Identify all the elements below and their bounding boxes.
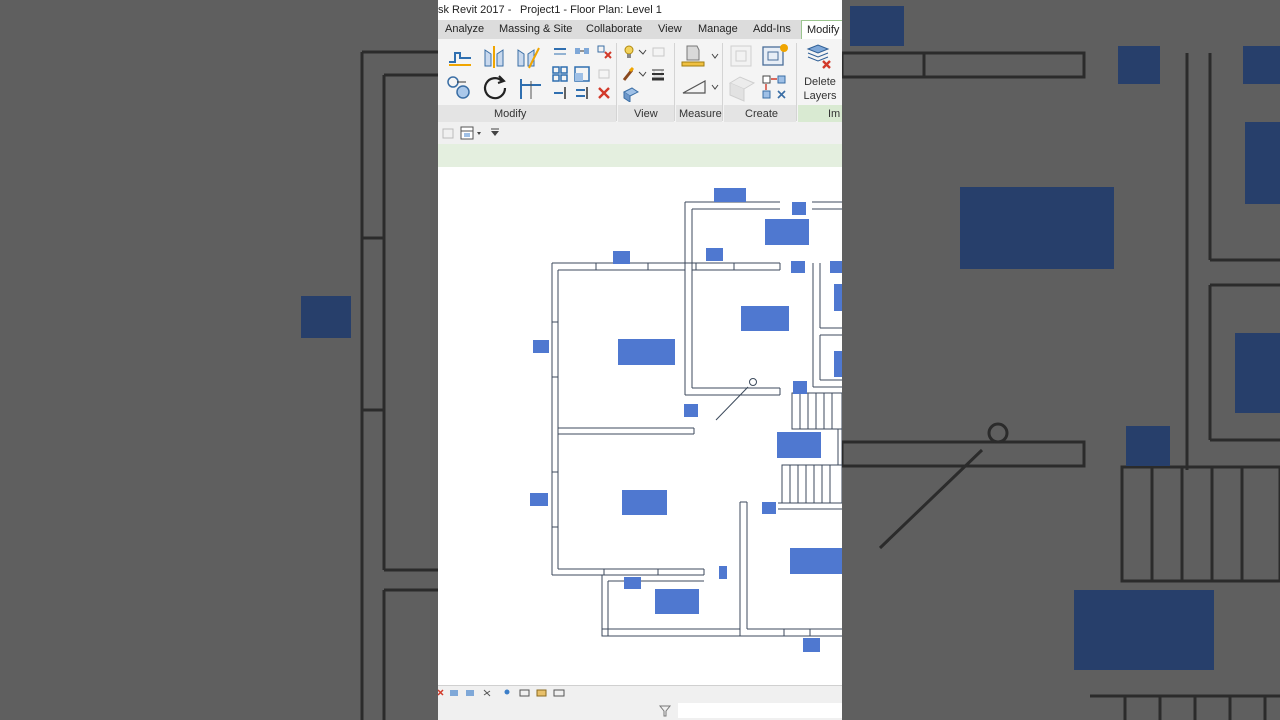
tab-add-ins[interactable]: Add-Ins xyxy=(753,23,791,35)
measure-icon[interactable] xyxy=(679,42,719,70)
align-icon[interactable] xyxy=(446,44,474,68)
panel-label-create: Create xyxy=(745,108,779,120)
tab-massing-site[interactable]: Massing & Site xyxy=(499,23,572,35)
panel-label-measure: Measure xyxy=(679,108,722,120)
view-control-bar xyxy=(438,685,842,700)
panel-label-import: Im xyxy=(828,108,841,120)
document-title: Project1 - Floor Plan: Level 1 xyxy=(520,4,662,16)
revit-window: sk Revit 2017 - Project1 - Floor Plan: L… xyxy=(438,0,842,720)
trim-extend-multiple-icon[interactable] xyxy=(574,86,590,100)
delete-icon[interactable] xyxy=(596,86,612,100)
tab-manage[interactable]: Manage xyxy=(698,23,738,35)
ribbon-tab-bar: Analyze Massing & Site Collaborate View … xyxy=(438,20,842,39)
create-assembly-icon-disabled[interactable] xyxy=(728,42,756,70)
status-bar xyxy=(438,700,842,720)
line-weights-icon[interactable] xyxy=(650,66,666,82)
scale-icon[interactable] xyxy=(574,66,590,82)
title-bar: sk Revit 2017 - Project1 - Floor Plan: L… xyxy=(438,0,842,20)
offset-icon[interactable] xyxy=(552,45,568,57)
create-parts-icon[interactable] xyxy=(760,42,790,70)
panel-separator xyxy=(616,43,617,121)
dimension-icon[interactable] xyxy=(679,77,719,99)
tab-modify[interactable]: Modify xyxy=(801,20,842,39)
mirror-pick-axis-icon[interactable] xyxy=(481,44,507,70)
delete-layers-button[interactable]: Delete Layers xyxy=(800,75,840,103)
ribbon: Delete Layers Modify View Measure Create… xyxy=(438,39,842,123)
create-similar-icon[interactable] xyxy=(760,73,790,103)
tab-view[interactable]: View xyxy=(658,23,682,35)
customize-toolbar-icon[interactable] xyxy=(490,127,500,137)
tab-collaborate[interactable]: Collaborate xyxy=(586,23,642,35)
trim-extend-corner-icon[interactable] xyxy=(515,73,543,103)
modify-tool-icon-disabled[interactable] xyxy=(441,125,455,141)
modify-panel-strip xyxy=(438,105,616,122)
panel-label-view: View xyxy=(634,108,658,120)
view-properties-icon[interactable] xyxy=(460,125,488,141)
pin-icon-disabled[interactable] xyxy=(596,66,612,82)
app-title: sk Revit 2017 - xyxy=(438,4,512,16)
room-tags xyxy=(530,188,842,652)
panel-separator xyxy=(796,43,797,121)
split-element-icon[interactable] xyxy=(596,43,612,59)
mirror-draw-axis-icon[interactable] xyxy=(515,44,543,70)
delete-layers-label-line2: Layers xyxy=(803,90,837,102)
panel-separator xyxy=(674,43,675,121)
status-field xyxy=(678,703,842,718)
panel-label-modify: Modify xyxy=(494,108,527,120)
rotate-icon[interactable] xyxy=(480,73,510,103)
trim-extend-single-icon[interactable] xyxy=(552,86,568,100)
options-bar xyxy=(438,144,842,168)
filter-icon[interactable] xyxy=(658,704,672,718)
quick-access-toolbar xyxy=(438,122,842,145)
view-control-icons[interactable] xyxy=(438,687,578,699)
wall-joins-icon[interactable] xyxy=(622,86,640,102)
tab-analyze[interactable]: Analyze xyxy=(445,23,484,35)
drawing-canvas[interactable] xyxy=(438,167,842,685)
move-icon[interactable] xyxy=(574,45,590,57)
copy-icon[interactable] xyxy=(444,73,474,103)
array-icon[interactable] xyxy=(552,66,568,82)
panel-separator xyxy=(722,43,723,121)
linework-icon[interactable] xyxy=(622,66,648,82)
delete-layers-label-line1: Delete xyxy=(804,76,836,88)
create-group-icon-disabled[interactable] xyxy=(726,73,758,103)
view-tool-icon-disabled[interactable] xyxy=(650,45,668,59)
hide-in-view-icon[interactable] xyxy=(622,44,648,60)
delete-layers-icon[interactable] xyxy=(805,41,833,71)
